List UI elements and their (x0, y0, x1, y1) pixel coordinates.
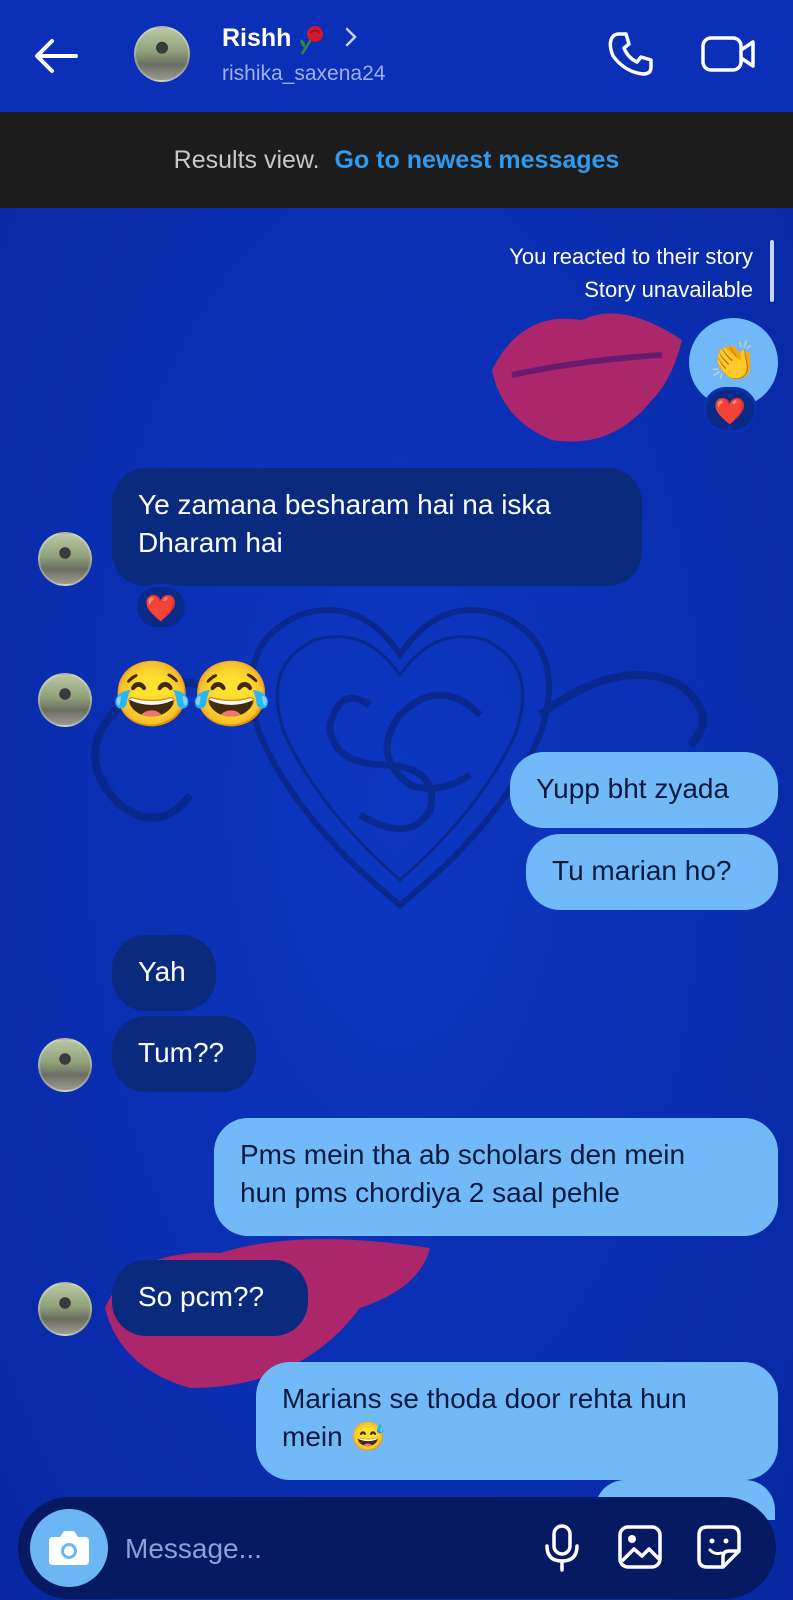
outgoing-message-bubble[interactable]: Yupp bht zyada (510, 752, 778, 828)
results-view-banner: Results view. Go to newest messages (0, 112, 793, 208)
camera-icon[interactable] (30, 1509, 108, 1587)
contact-avatar[interactable] (38, 532, 92, 586)
incoming-message-bubble[interactable]: So pcm?? (112, 1260, 308, 1336)
message-line: Pms mein tha ab scholars den mein (240, 1139, 686, 1170)
outgoing-message-bubble[interactable]: Pms mein tha ab scholars den mein hun pm… (214, 1118, 778, 1236)
message-line: mein 😅 (282, 1421, 386, 1452)
message-composer (18, 1497, 776, 1599)
incoming-message-bubble[interactable]: Yah (112, 935, 216, 1011)
contact-avatar[interactable] (38, 1038, 92, 1092)
heart-reaction[interactable]: ❤️ (703, 387, 757, 433)
gallery-icon[interactable] (616, 1523, 664, 1571)
sticker-icon[interactable] (695, 1523, 743, 1571)
message-line: hun pms chordiya 2 saal pehle (240, 1177, 620, 1208)
outgoing-message-bubble[interactable]: Tu marian ho? (526, 834, 778, 910)
story-reaction-note: You reacted to their story Story unavail… (509, 240, 753, 306)
story-quote-bar (770, 240, 774, 302)
chevron-right-icon[interactable] (344, 26, 358, 48)
outgoing-message-bubble[interactable]: Marians se thoda door rehta hun mein 😅 (256, 1362, 778, 1480)
incoming-message-bubble[interactable]: Tum?? (112, 1016, 256, 1092)
contact-avatar[interactable] (38, 673, 92, 727)
message-line: Ye zamana besharam hai na iska (138, 489, 551, 520)
message-line: Dharam hai (138, 527, 283, 558)
back-arrow-icon[interactable] (30, 30, 82, 82)
message-input[interactable] (123, 1523, 507, 1575)
results-view-text: Results view. (173, 146, 320, 174)
message-line: Marians se thoda door rehta hun (282, 1383, 687, 1414)
contact-username[interactable]: rishika_saxena24 (222, 62, 385, 86)
go-to-newest-link[interactable]: Go to newest messages (335, 146, 620, 174)
microphone-icon[interactable] (542, 1523, 582, 1573)
emoji-message[interactable]: 😂😂 (112, 658, 271, 730)
chat-header: Rishh rishika_saxena24 (0, 0, 793, 112)
story-unavailable-text: Story unavailable (584, 277, 753, 302)
heart-reaction[interactable]: ❤️ (134, 584, 188, 630)
contact-name[interactable]: Rishh (222, 24, 291, 53)
phone-icon[interactable] (605, 28, 657, 80)
rose-icon (296, 24, 326, 56)
incoming-message-bubble[interactable]: Ye zamana besharam hai na iska Dharam ha… (112, 468, 642, 586)
contact-avatar[interactable] (38, 1282, 92, 1336)
video-camera-icon[interactable] (700, 30, 758, 78)
contact-avatar[interactable] (134, 26, 190, 82)
story-reacted-text: You reacted to their story (509, 244, 753, 269)
chat-screen: Rishh rishika_saxena24 Results view. Go … (0, 0, 793, 1600)
lipstick-kiss-decoration (492, 313, 682, 442)
